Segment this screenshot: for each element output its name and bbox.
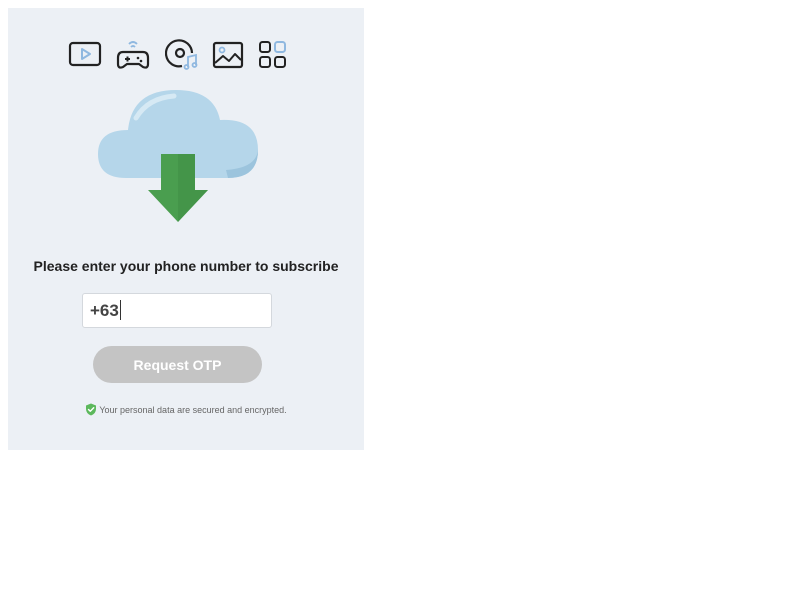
request-otp-button[interactable]: Request OTP — [93, 346, 262, 383]
subscribe-prompt: Please enter your phone number to subscr… — [33, 258, 339, 274]
music-disc-icon — [164, 38, 199, 72]
security-note: Your personal data are secured and encry… — [8, 403, 364, 416]
subscribe-card: Please enter your phone number to subscr… — [8, 8, 364, 450]
phone-number-value: +63 — [90, 301, 119, 320]
category-icons — [8, 38, 364, 72]
cloud-download-icon — [96, 88, 260, 228]
apps-grid-icon — [256, 38, 290, 72]
phone-number-input[interactable]: +63 — [82, 293, 272, 328]
image-icon — [211, 38, 245, 72]
security-note-text: Your personal data are secured and encry… — [99, 405, 287, 415]
gamepad-icon — [116, 38, 150, 72]
text-caret — [119, 300, 121, 320]
video-icon — [68, 38, 102, 72]
shield-check-icon — [85, 403, 97, 416]
